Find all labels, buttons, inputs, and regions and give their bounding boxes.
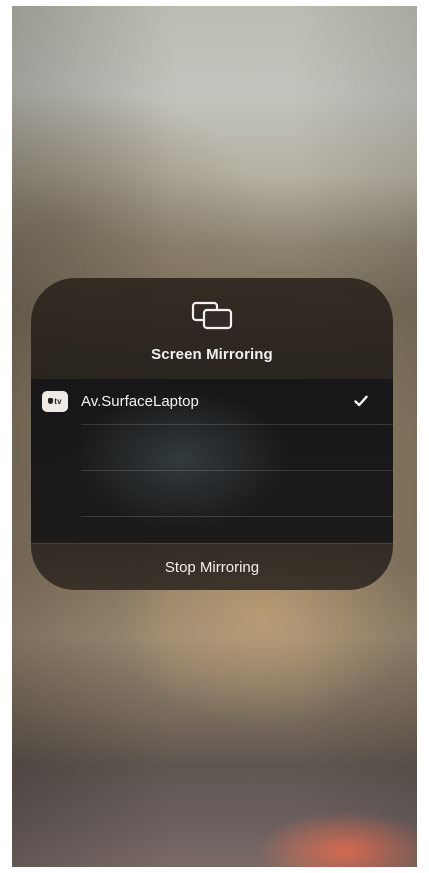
screen-mirroring-panel: Screen Mirroring tv Av.SurfaceLaptop Sto… bbox=[31, 278, 393, 590]
device-name: Av.SurfaceLaptop bbox=[81, 393, 199, 410]
device-list: tv Av.SurfaceLaptop bbox=[31, 379, 393, 543]
apple-tv-icon: tv bbox=[42, 391, 68, 412]
panel-header: Screen Mirroring bbox=[31, 278, 393, 379]
apple-logo-icon bbox=[48, 398, 54, 404]
empty-device-row bbox=[31, 471, 393, 517]
empty-device-row bbox=[31, 425, 393, 471]
stop-mirroring-label: Stop Mirroring bbox=[164, 559, 260, 576]
tv-badge-text: tv bbox=[54, 397, 62, 406]
device-row-av-surfacelaptop[interactable]: tv Av.SurfaceLaptop bbox=[31, 379, 393, 425]
screen-mirroring-icon bbox=[191, 301, 233, 330]
panel-title: Screen Mirroring bbox=[151, 346, 273, 363]
checkmark-icon bbox=[354, 395, 368, 407]
stop-mirroring-button[interactable]: Stop Mirroring bbox=[31, 543, 393, 590]
row-separator bbox=[81, 516, 393, 517]
